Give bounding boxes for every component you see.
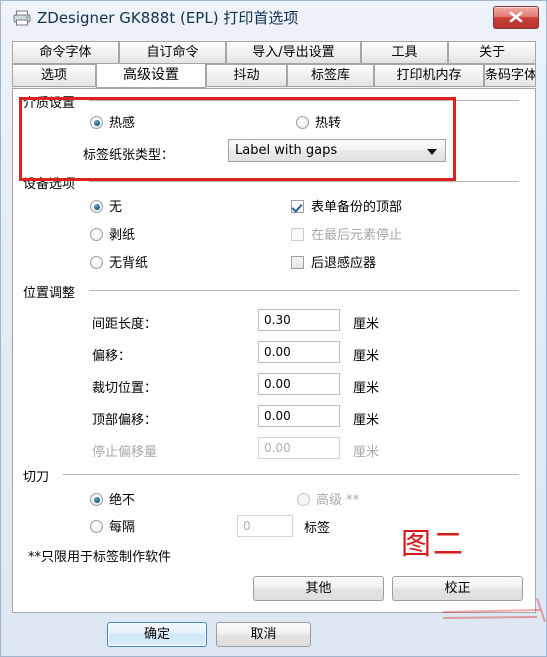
tab-custom-command[interactable]: 自订命令	[119, 41, 226, 64]
radio-cutter-every-label: 每隔	[109, 520, 136, 535]
checkbox-stop-at-last-element	[291, 228, 304, 241]
tab-tools[interactable]: 工具	[361, 41, 448, 64]
tab-dithering[interactable]: 抖动	[206, 64, 287, 87]
preferences-dialog: ZDesigner GK888t (EPL) 打印首选项 命令字体 自订命令 导…	[0, 0, 547, 657]
tab-advanced-settings[interactable]: 高级设置	[96, 63, 206, 88]
close-icon	[509, 11, 523, 23]
radio-thermal-direct-label: 热感	[109, 116, 136, 131]
top-offset-unit: 厘米	[353, 413, 380, 428]
tab-import-export[interactable]: 导入/导出设置	[226, 41, 361, 64]
position-adjust-group-title: 位置调整	[23, 282, 81, 301]
tab-options[interactable]: 选项	[12, 64, 96, 87]
radio-thermal-transfer[interactable]	[296, 116, 309, 129]
tab-label-library[interactable]: 标签库	[287, 64, 374, 87]
cutter-every-unit: 标签	[304, 521, 331, 536]
checkbox-stop-at-last-element-label: 在最后元素停止	[311, 228, 403, 243]
radio-cutter-every[interactable]	[90, 520, 103, 533]
stop-offset-unit: 厘米	[353, 445, 380, 460]
tab-about[interactable]: 关于	[448, 41, 536, 64]
tab-barcode-font[interactable]: 条码字体	[484, 64, 536, 87]
tab-bar: 命令字体 自订命令 导入/导出设置 工具 关于 选项 高级设置 抖动 标签库 打…	[12, 41, 536, 89]
gap-length-unit: 厘米	[353, 317, 380, 332]
checkbox-form-backup-top-label: 表单备份的顶部	[311, 200, 403, 215]
tab-command-font[interactable]: 命令字体	[12, 41, 119, 64]
chevron-down-icon	[427, 149, 437, 155]
radio-cutter-advanced-label: 高级 **	[316, 493, 360, 508]
paper-type-label: 标签纸张类型：	[83, 148, 175, 163]
radio-thermal-transfer-label: 热转	[315, 116, 342, 131]
cutter-group-title: 切刀	[23, 466, 55, 485]
cutter-every-input[interactable]: 0	[237, 515, 293, 537]
media-settings-group-line	[89, 100, 519, 101]
calibrate-button[interactable]: 校正	[392, 576, 523, 601]
gap-length-input[interactable]: 0.30	[258, 309, 340, 331]
cut-position-label: 裁切位置：	[92, 381, 158, 396]
top-offset-label: 顶部偏移：	[92, 413, 158, 428]
window-title: ZDesigner GK888t (EPL) 打印首选项	[37, 9, 299, 27]
title-bar: ZDesigner GK888t (EPL) 打印首选项	[1, 1, 547, 35]
cut-position-unit: 厘米	[353, 381, 380, 396]
tab-printer-memory[interactable]: 打印机内存	[374, 64, 484, 87]
radio-device-linerless-label: 无背纸	[109, 256, 149, 271]
checkbox-backfeed-sensor-label: 后退感应器	[311, 256, 377, 271]
offset-unit: 厘米	[353, 349, 380, 364]
gap-length-label: 间距长度：	[92, 317, 158, 332]
radio-device-peel-label: 剥纸	[109, 228, 136, 243]
advanced-settings-panel: 介质设置 热感 热转 标签纸张类型： Label with gaps 设备选项 …	[12, 88, 536, 613]
printer-icon	[13, 10, 31, 26]
ok-button[interactable]: 确定	[107, 622, 207, 647]
device-options-group-title: 设备选项	[23, 173, 81, 192]
offset-label: 偏移：	[92, 349, 132, 364]
radio-device-peel[interactable]	[90, 228, 103, 241]
position-adjust-group-line	[89, 290, 519, 291]
paper-type-select[interactable]: Label with gaps	[228, 139, 446, 162]
media-settings-group-title: 介质设置	[23, 92, 81, 111]
radio-device-none-label: 无	[109, 200, 123, 215]
cutter-footnote: **只限用于标签制作软件	[28, 550, 172, 565]
checkbox-backfeed-sensor[interactable]	[291, 256, 304, 269]
radio-cutter-advanced	[297, 493, 310, 506]
radio-device-linerless[interactable]	[90, 256, 103, 269]
cutter-group-line	[63, 474, 519, 475]
stop-offset-input: 0.00	[258, 437, 340, 459]
device-options-group-line	[89, 181, 519, 182]
radio-device-none[interactable]	[90, 200, 103, 213]
stop-offset-label: 停止偏移量	[92, 445, 158, 460]
radio-cutter-never-label: 绝不	[109, 493, 136, 508]
radio-thermal-direct[interactable]	[90, 116, 103, 129]
close-button[interactable]	[493, 6, 539, 29]
checkbox-form-backup-top[interactable]	[291, 200, 304, 213]
top-offset-input[interactable]: 0.00	[258, 405, 340, 427]
radio-cutter-never[interactable]	[90, 493, 103, 506]
other-button[interactable]: 其他	[253, 576, 384, 601]
offset-input[interactable]: 0.00	[258, 341, 340, 363]
cut-position-input[interactable]: 0.00	[258, 373, 340, 395]
paper-type-value: Label with gaps	[235, 143, 338, 158]
cancel-button[interactable]: 取消	[216, 622, 311, 647]
